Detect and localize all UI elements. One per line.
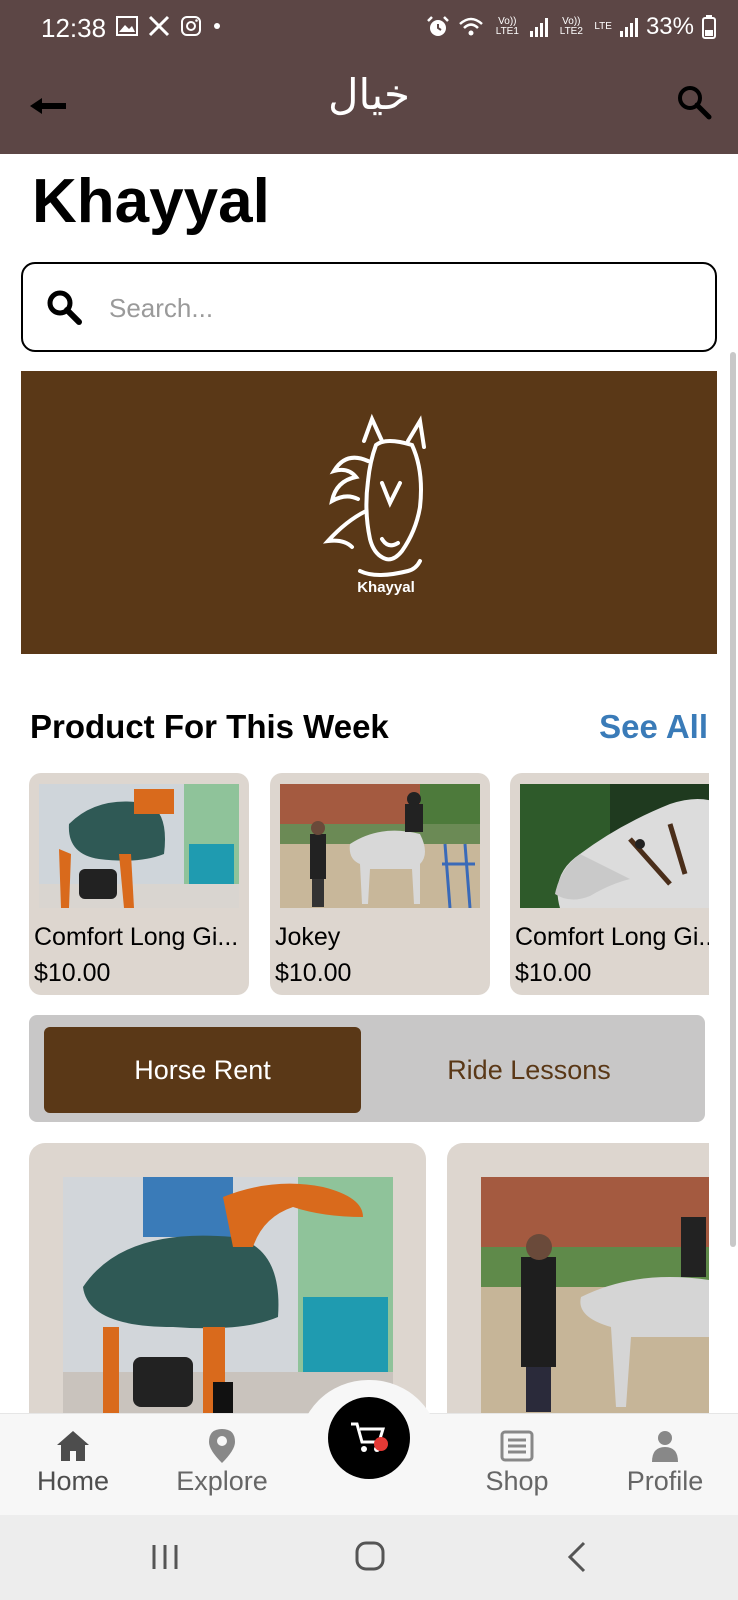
cart-icon	[351, 1422, 388, 1452]
search-input[interactable]	[109, 286, 689, 330]
nav-profile-label: Profile	[626, 1466, 704, 1496]
product-image	[39, 784, 239, 908]
system-nav-bar	[0, 1515, 738, 1600]
see-all-link[interactable]: See All	[599, 708, 708, 746]
x-logo-icon	[148, 15, 170, 37]
brand-banner[interactable]: Khayyal	[21, 371, 717, 654]
banner-logo-text: Khayyal	[357, 579, 415, 596]
tab-ride-lessons[interactable]: Ride Lessons	[369, 1027, 689, 1113]
status-bar: 12:38 Vo)) LTE1 Vo)) LTE2 LTE 33%	[0, 0, 738, 58]
category-segment: Horse Rent Ride Lessons	[29, 1015, 705, 1122]
product-image	[520, 784, 709, 908]
rent-card[interactable]	[29, 1143, 426, 1413]
app-bar: خيال	[0, 58, 738, 154]
search-button[interactable]	[676, 84, 716, 124]
alarm-icon	[427, 16, 450, 36]
gallery-icon	[116, 16, 138, 36]
recent-apps-icon[interactable]	[150, 1543, 180, 1571]
person-icon	[652, 1431, 678, 1462]
nav-profile[interactable]: Profile	[600, 1428, 730, 1497]
product-name: Comfort Long Gi...	[515, 923, 709, 951]
home-circle-icon[interactable]	[355, 1541, 385, 1571]
product-carousel[interactable]: Comfort Long Gi... $10.00 Jokey $10.00 C…	[29, 773, 709, 997]
rent-image	[63, 1177, 393, 1413]
section-title: Product For This Week	[30, 708, 389, 745]
product-name: Jokey	[275, 923, 341, 951]
network-label-2: Vo)) LTE2	[559, 16, 583, 37]
list-icon	[500, 1430, 534, 1462]
product-image	[280, 784, 480, 908]
rent-card[interactable]	[447, 1143, 709, 1413]
search-icon	[678, 86, 712, 120]
instagram-icon	[181, 16, 201, 36]
nav-explore-label: Explore	[176, 1466, 268, 1496]
product-price: $10.00	[34, 959, 111, 987]
rent-carousel[interactable]	[29, 1143, 709, 1413]
search-icon	[47, 290, 82, 325]
product-card[interactable]: Jokey $10.00	[270, 773, 490, 995]
search-box[interactable]	[21, 262, 717, 352]
signal-icon-2	[619, 17, 638, 37]
product-card[interactable]: Comfort Long Gi... $10.00	[510, 773, 709, 995]
home-icon	[57, 1431, 89, 1461]
dot-icon	[214, 23, 220, 29]
signal-icon-1	[530, 17, 549, 37]
nav-home[interactable]: Home	[8, 1428, 138, 1497]
product-name: Comfort Long Gi...	[34, 923, 239, 951]
app-title: خيال	[328, 70, 410, 119]
location-pin-icon	[209, 1429, 235, 1463]
product-price: $10.00	[275, 959, 352, 987]
tab-horse-rent[interactable]: Horse Rent	[44, 1027, 361, 1113]
product-card[interactable]: Comfort Long Gi... $10.00	[29, 773, 249, 995]
battery-percent: 33%	[645, 13, 694, 40]
wifi-icon	[459, 17, 484, 36]
battery-icon	[702, 15, 716, 39]
rent-image	[481, 1177, 709, 1413]
nav-shop[interactable]: Shop	[452, 1428, 582, 1497]
cart-button[interactable]	[328, 1397, 410, 1479]
nav-shop-label: Shop	[485, 1466, 549, 1496]
product-price: $10.00	[515, 959, 592, 987]
nav-explore[interactable]: Explore	[157, 1428, 287, 1497]
system-back-icon[interactable]	[566, 1541, 588, 1573]
scrollbar[interactable]	[730, 352, 736, 1247]
status-time: 12:38	[41, 13, 107, 43]
page-title: Khayyal	[32, 167, 270, 236]
network-label-1: Vo)) LTE1	[495, 16, 519, 37]
lte-label: LTE	[594, 21, 612, 32]
nav-home-label: Home	[36, 1466, 110, 1496]
